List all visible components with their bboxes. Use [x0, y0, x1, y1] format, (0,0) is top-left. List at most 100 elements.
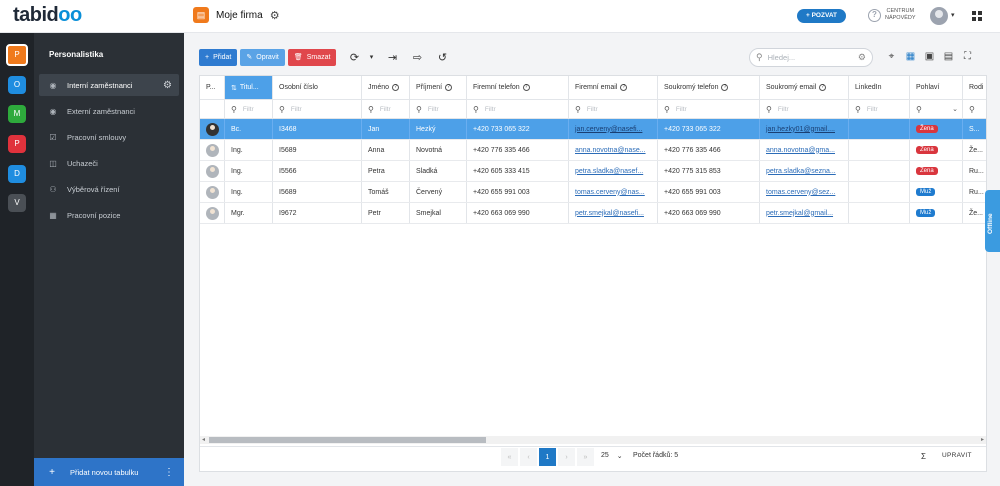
cell-linkedin[interactable] [849, 119, 910, 139]
cell-linkedin[interactable] [849, 140, 910, 160]
cell-gender[interactable]: Muž [910, 182, 963, 202]
filter-cell-title[interactable]: ⚲ Filtr [225, 100, 273, 118]
filter-cell-private-phone[interactable]: ⚲ Filtr [658, 100, 760, 118]
sidebar-item-contracts[interactable]: ☑ Pracovní smlouvy [39, 126, 179, 148]
apps-grid-icon[interactable] [972, 11, 982, 21]
cell-photo[interactable] [200, 119, 225, 139]
page-size-select[interactable]: 25 ⌄ [601, 452, 623, 460]
column-header-personal-number[interactable]: Osobní číslo [273, 76, 362, 99]
invite-button[interactable]: + POZVAT [797, 9, 846, 23]
cell-first-name[interactable]: Petr [362, 203, 410, 223]
cell-private-email[interactable]: tomas.cerveny@sez... [760, 182, 849, 202]
module-p[interactable]: P [8, 135, 26, 153]
cell-linkedin[interactable] [849, 161, 910, 181]
search-settings-gear-icon[interactable]: ⚙ [858, 52, 866, 63]
cell-company-email[interactable]: jan.cerveny@nasefi... [569, 119, 658, 139]
last-page-button[interactable]: » [577, 448, 594, 466]
cell-personal-number[interactable]: I3468 [273, 119, 362, 139]
cell-private-phone[interactable]: +420 775 315 853 [658, 161, 760, 181]
cell-title[interactable]: Ing. [225, 140, 273, 160]
sidebar-item-internal-employees[interactable]: ◉ Interní zaměstnanci ⚙ [39, 74, 179, 96]
cell-private-phone[interactable]: +420 655 991 003 [658, 182, 760, 202]
cell-personal-number[interactable]: I5689 [273, 182, 362, 202]
table-row[interactable]: Ing. I5689 Anna Novotná +420 776 335 466 anna… [200, 140, 986, 161]
export-icon[interactable]: ⇨ [408, 49, 426, 66]
sum-button[interactable]: Σ [921, 452, 926, 461]
filter-cell-gender[interactable]: ⚲ ⌄ [910, 100, 963, 118]
filter-input[interactable]: Filtr [485, 106, 496, 113]
cell-private-email[interactable]: jan.hezky01@gmail.... [760, 119, 849, 139]
filter-input[interactable]: Filtr [867, 106, 878, 113]
offline-tab[interactable]: Offline [985, 190, 1000, 252]
cell-private-email[interactable]: petr.smejkal@gmail... [760, 203, 849, 223]
cell-company-phone[interactable]: +420 733 065 322 [467, 119, 569, 139]
next-page-button[interactable]: › [558, 448, 575, 466]
column-header-birth[interactable]: Rodi [963, 76, 986, 99]
scrollbar-thumb[interactable] [209, 437, 486, 443]
cell-birth[interactable]: S... [963, 119, 986, 139]
cell-gender[interactable]: Žena [910, 140, 963, 160]
cell-last-name[interactable]: Sladká [410, 161, 467, 181]
filter-cell-birth[interactable]: ⚲ [963, 100, 986, 118]
fullscreen-icon[interactable]: ⛶ [961, 50, 974, 63]
column-header-private-email[interactable]: Soukromý email? [760, 76, 849, 99]
column-header-first-name[interactable]: Jméno? [362, 76, 410, 99]
table-settings-gear-icon[interactable]: ⚙ [163, 80, 172, 91]
first-page-button[interactable]: « [501, 448, 518, 466]
refresh-options-chevron-down-icon[interactable]: ▾ [366, 49, 376, 66]
edit-button[interactable]: ✎ Opravit [240, 48, 285, 66]
cell-company-phone[interactable]: +420 655 991 003 [467, 182, 569, 202]
filter-input[interactable]: Filtr [587, 106, 598, 113]
cell-birth[interactable]: Že... [963, 140, 986, 160]
filter-cell-linkedin[interactable]: ⚲ Filtr [849, 100, 910, 118]
email-link[interactable]: anna.novotna@gma... [766, 147, 835, 154]
chevron-down-icon[interactable]: ⌄ [952, 105, 958, 113]
email-link[interactable]: petra.sladka@sezna... [766, 168, 836, 175]
import-icon[interactable]: ⇥ [383, 49, 401, 66]
cell-last-name[interactable]: Hezký [410, 119, 467, 139]
cell-private-phone[interactable]: +420 733 065 322 [658, 119, 760, 139]
cell-private-phone[interactable]: +420 663 069 990 [658, 203, 760, 223]
cell-birth[interactable]: Ru... [963, 161, 986, 181]
email-link[interactable]: tomas.cerveny@sez... [766, 189, 835, 196]
email-link[interactable]: petr.smejkal@nasefi... [575, 210, 644, 217]
app-logo[interactable]: tabidoo [13, 4, 82, 27]
cell-gender[interactable]: Muž [910, 203, 963, 223]
cell-last-name[interactable]: Červený [410, 182, 467, 202]
refresh-icon[interactable]: ⟳ [345, 49, 363, 66]
more-vertical-icon[interactable]: ⋮ [164, 467, 174, 478]
column-header-gender[interactable]: Pohlaví [910, 76, 963, 99]
filter-cell-company-email[interactable]: ⚲ Filtr [569, 100, 658, 118]
cell-personal-number[interactable]: I5689 [273, 140, 362, 160]
table-view-icon[interactable]: ▦ [904, 50, 917, 63]
cell-company-email[interactable]: petra.sladka@nasef... [569, 161, 658, 181]
cell-linkedin[interactable] [849, 203, 910, 223]
column-header-title[interactable]: ⇅ Titul... [225, 76, 273, 99]
tag-icon[interactable]: ⌖ [885, 50, 898, 63]
email-link[interactable]: anna.novotna@nase... [575, 147, 646, 154]
table-row[interactable]: Ing. I5689 Tomáš Červený +420 655 991 003 tom… [200, 182, 986, 203]
user-menu-chevron-down-icon[interactable]: ▾ [951, 11, 955, 19]
cell-linkedin[interactable] [849, 182, 910, 202]
cell-private-phone[interactable]: +420 776 335 466 [658, 140, 760, 160]
table-row[interactable]: Mgr. I9672 Petr Smejkal +420 663 069 990 petr… [200, 203, 986, 224]
cell-photo[interactable] [200, 140, 225, 160]
cell-first-name[interactable]: Anna [362, 140, 410, 160]
history-icon[interactable]: ↺ [433, 49, 451, 66]
card-view-icon[interactable]: ▣ [923, 50, 936, 63]
cell-photo[interactable] [200, 203, 225, 223]
cell-title[interactable]: Bc. [225, 119, 273, 139]
cell-last-name[interactable]: Smejkal [410, 203, 467, 223]
cell-photo[interactable] [200, 182, 225, 202]
cell-private-email[interactable]: anna.novotna@gma... [760, 140, 849, 160]
prev-page-button[interactable]: ‹ [520, 448, 537, 466]
cell-title[interactable]: Ing. [225, 161, 273, 181]
email-link[interactable]: petra.sladka@nasef... [575, 168, 643, 175]
filter-input[interactable]: Filtr [380, 106, 391, 113]
sidebar-item-positions[interactable]: ▦ Pracovní pozice [39, 204, 179, 226]
email-link[interactable]: tomas.cerveny@nas... [575, 189, 645, 196]
cell-company-email[interactable]: tomas.cerveny@nas... [569, 182, 658, 202]
cell-title[interactable]: Ing. [225, 182, 273, 202]
add-table-button[interactable]: + Přidat novou tabulku ⋮ [34, 458, 184, 486]
cell-photo[interactable] [200, 161, 225, 181]
